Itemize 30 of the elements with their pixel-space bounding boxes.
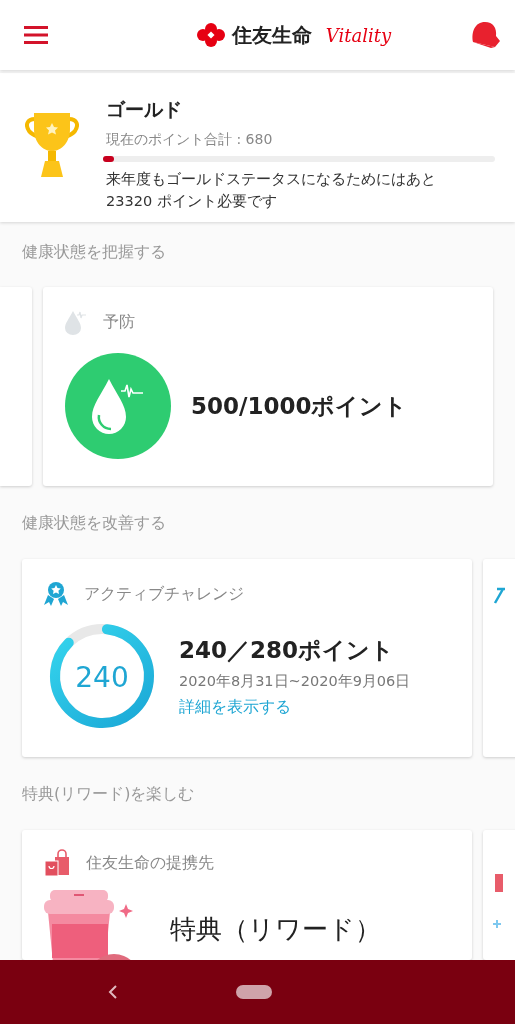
brand-name: 住友生命 <box>231 21 312 49</box>
menu-icon[interactable] <box>24 26 48 44</box>
shopping-bags-icon <box>44 849 70 877</box>
tier-title: ゴールド <box>106 97 183 122</box>
ribbon-badge-icon <box>44 581 68 607</box>
card-label: アクティブチャレンジ <box>84 583 244 605</box>
status-message: 来年度もゴールドステータスになるためにはあと 23320 ポイント必要です <box>106 170 437 211</box>
card-label: 住友生命の提携先 <box>86 852 214 874</box>
section-title: 健康状態を改善する <box>21 512 167 534</box>
summary-card[interactable]: 住友生命の提携先 特典（リワード） <box>22 830 472 960</box>
section-title: 特典(リワード)を楽しむ <box>21 783 196 805</box>
drop-pulse-icon <box>65 353 171 459</box>
points-value: 500/1000ポイント <box>191 391 408 421</box>
back-icon[interactable] <box>108 985 118 999</box>
summary-card[interactable]: アクティブチャレンジ 240 240／280ポイント 2020年8月31日~2020年9月06日 詳細を表示する <box>22 559 472 757</box>
points-value: 240／280ポイント <box>179 635 396 665</box>
section-title: 健康状態を把握する <box>21 241 167 263</box>
card-label: 予防 <box>103 311 135 333</box>
vitality-logo: Vitality <box>325 24 392 46</box>
drop-icon <box>65 309 87 335</box>
summary-card[interactable]: 予防 500/1000ポイント <box>43 287 493 486</box>
flower-logo-icon <box>195 23 226 47</box>
rewards-title: 特典（リワード） <box>170 913 381 946</box>
home-handle[interactable] <box>236 985 272 999</box>
ring-value: 240 <box>75 661 129 694</box>
trophy-icon <box>25 111 79 179</box>
points-total: 現在のポイント合計 : 680 <box>106 131 274 149</box>
partial-card[interactable] <box>483 830 515 960</box>
sparkle-icon <box>493 920 501 928</box>
challenge-period: 2020年8月31日~2020年9月06日 <box>179 671 411 691</box>
